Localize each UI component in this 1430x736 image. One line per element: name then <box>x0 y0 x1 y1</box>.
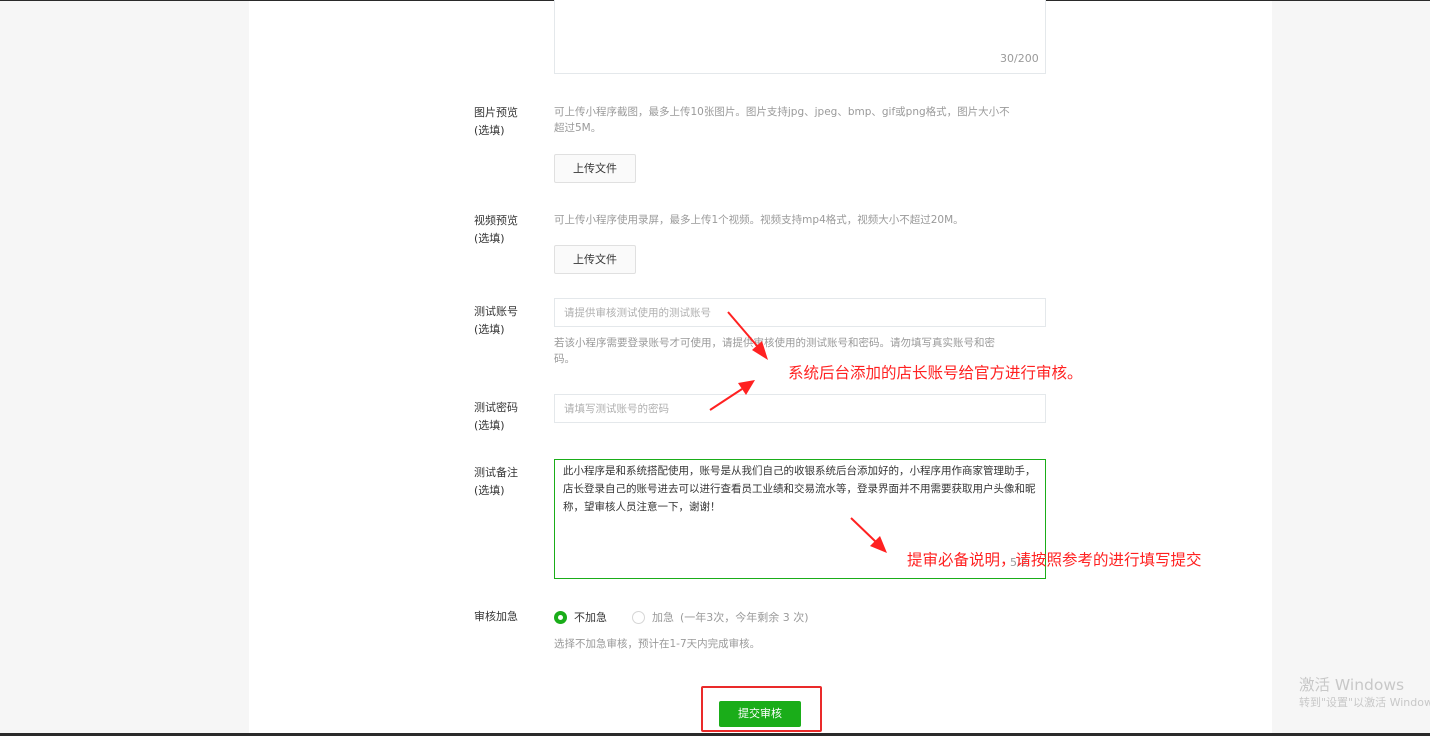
arrow-to-password <box>709 380 755 411</box>
arrow-to-notes <box>850 517 887 553</box>
windows-activation-title: 激活 Windows <box>1299 676 1405 694</box>
annotation-notes-note: 提审必备说明，请按照参考的进行填写提交 <box>907 551 1202 569</box>
annotation-arrows <box>709 311 887 553</box>
windows-activation-subtitle: 转到"设置"以激活 Windows。 <box>1299 696 1430 709</box>
arrow-to-account-hint <box>727 311 768 360</box>
annotation-account-note: 系统后台添加的店长账号给官方进行审核。 <box>788 364 1083 382</box>
